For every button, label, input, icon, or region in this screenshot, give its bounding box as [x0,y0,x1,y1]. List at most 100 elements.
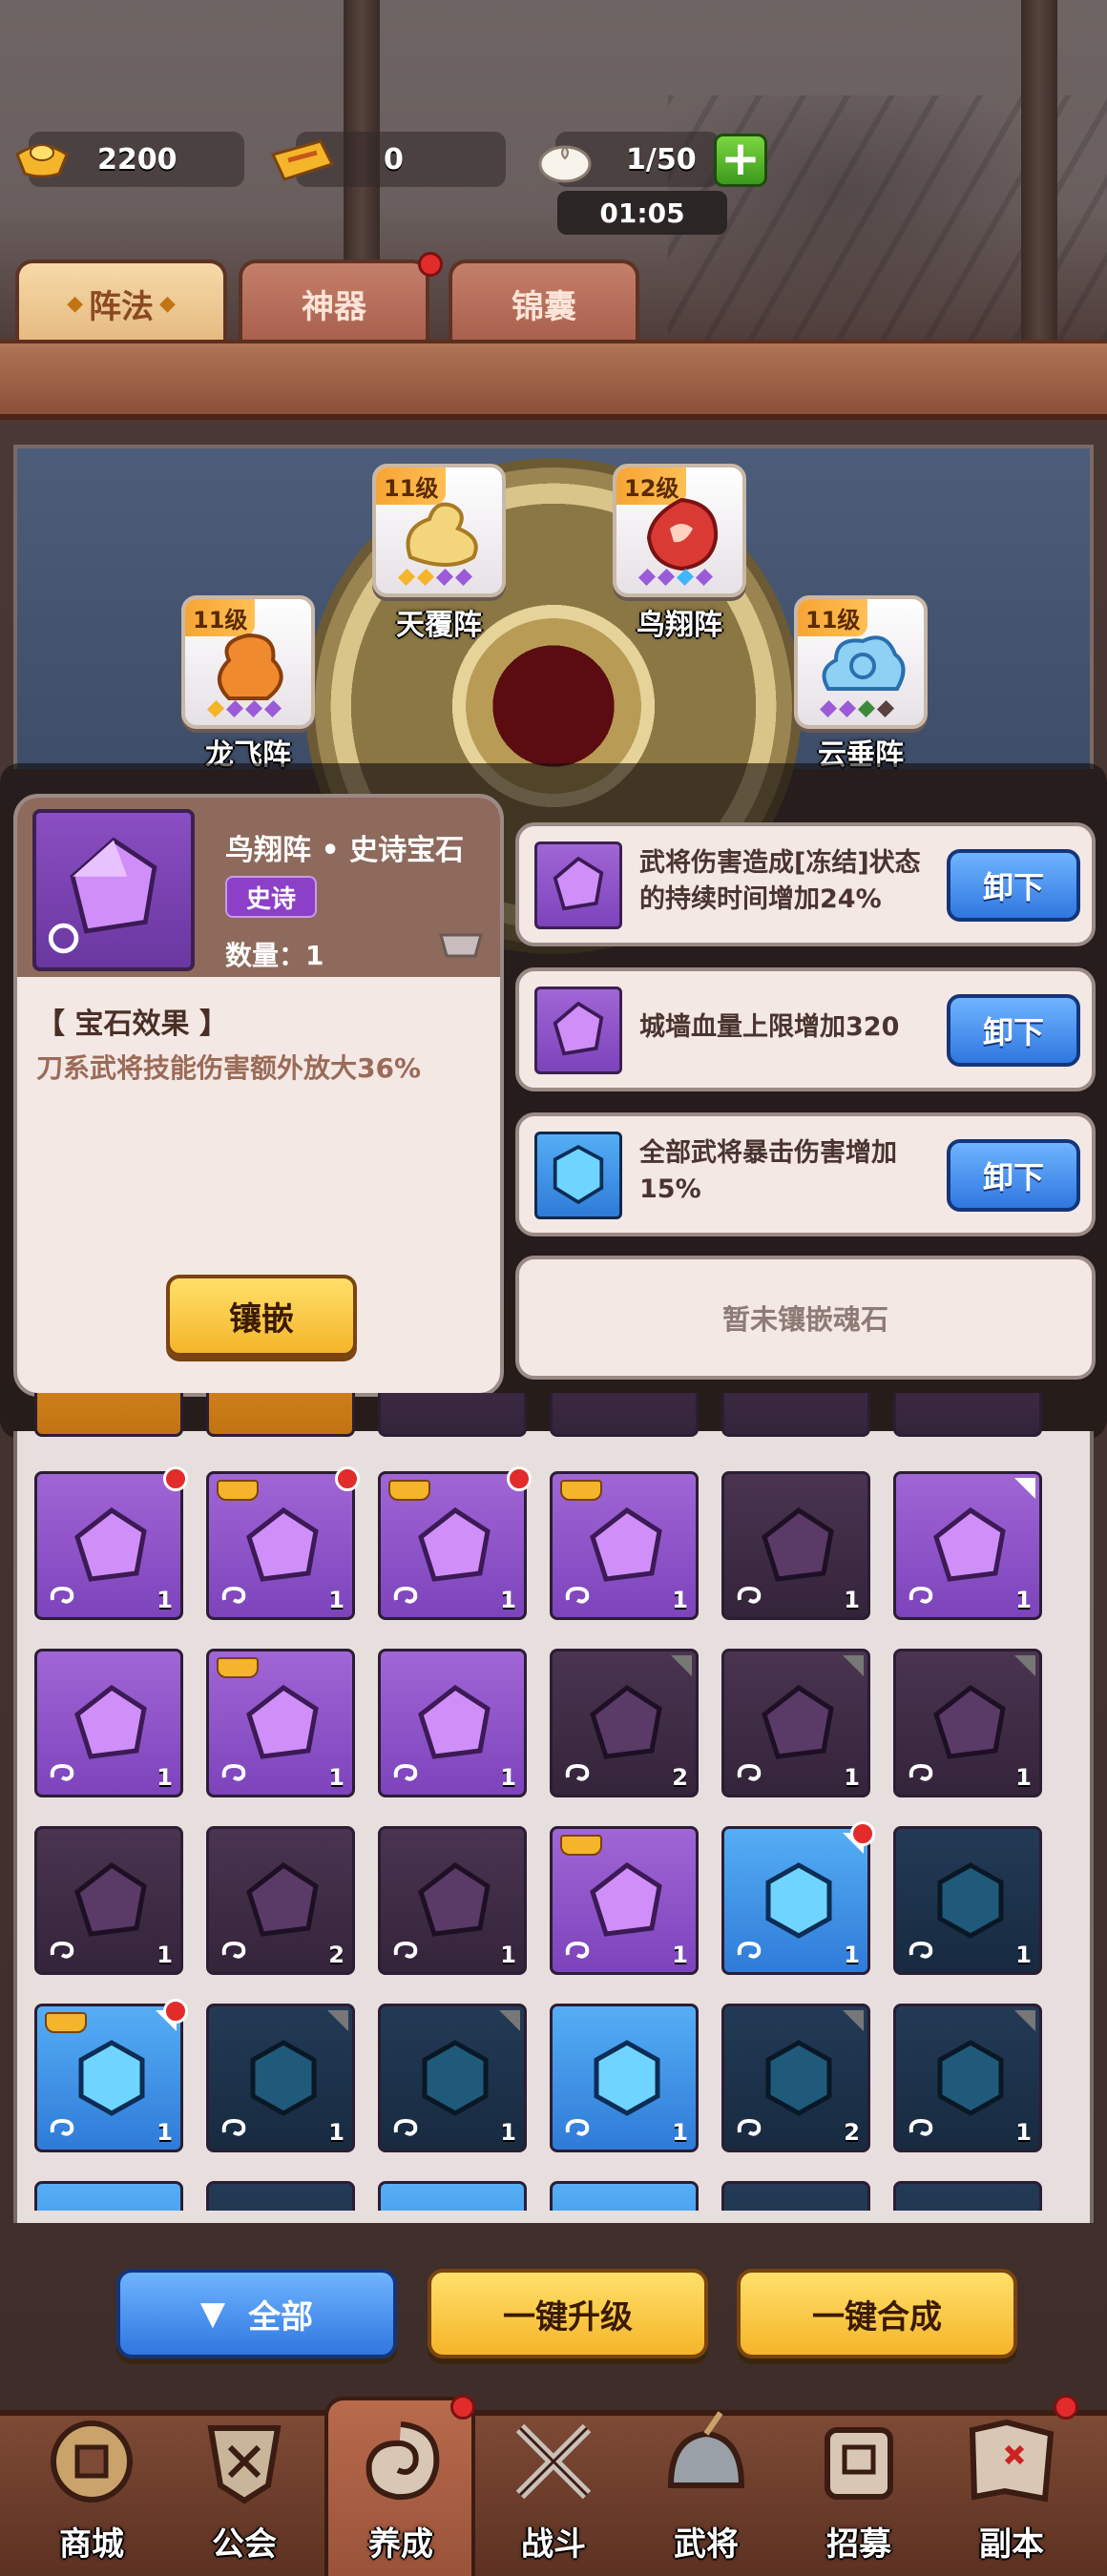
inventory-gem-cell-partial[interactable] [34,1393,183,1437]
corner-flag-icon [843,2010,864,2031]
unload-button[interactable]: 卸下 [947,994,1080,1067]
inventory-gem-cell-partial[interactable] [550,1393,699,1437]
gem-count: 1 [1015,1587,1032,1613]
tab-artifact[interactable]: 神器 [239,260,429,343]
nav-item-label: 招募 [826,2525,891,2564]
gem-count: 1 [328,2119,345,2146]
purple-gem-icon [933,1506,1006,1582]
gem-count: 1 [1015,1942,1032,1968]
upgrade-all-button[interactable]: 一键升级 [428,2269,708,2358]
nav-item[interactable]: 招募 [783,2391,935,2576]
inventory-gem-cell[interactable]: 1 [893,1471,1042,1620]
gem-count: 2 [672,1764,688,1791]
inventory-gem-cell[interactable]: 1 [378,2004,527,2152]
gem-count: 2 [844,2119,860,2146]
nav-item-label: 养成 [368,2525,433,2564]
add-stamina-button[interactable]: + [714,134,767,187]
embed-button[interactable]: 镶嵌 [166,1275,357,1357]
swirl-symbol-icon [737,1763,762,1781]
nav-item[interactable]: 养成 [324,2391,477,2576]
swirl-symbol-icon [50,1763,74,1781]
gem-detail-card: 鸟翔阵 • 史诗宝石 史诗 数量：1 【 宝石效果 】 刀系武将技能伤害额外放大… [13,794,504,1397]
tab-formation[interactable]: ◆ 阵法 ◆ [15,260,227,343]
gem-count: 1 [500,1587,516,1613]
nav-item-label: 副本 [979,2525,1044,2564]
inventory-gem-cell[interactable]: 2 [550,1649,699,1797]
equipped-crown-icon [560,1480,602,1501]
inventory-gem-cell[interactable]: 2 [206,1826,355,1975]
inventory-gem-cell[interactable]: 1 [34,1466,188,1620]
unload-button[interactable]: 卸下 [947,849,1080,922]
notification-dot [507,1466,532,1491]
notification-dot [163,1999,188,2024]
inventory-gem-cell-partial[interactable] [550,2181,699,2211]
inventory-gem-cell[interactable]: 1 [893,1826,1042,1975]
corner-flag-icon [671,1655,692,1676]
gem-count: 1 [500,1942,516,1968]
treasure-map-icon [969,2419,1055,2503]
purple-gem-icon [246,1861,319,1937]
inventory-gem-cell[interactable]: 1 [721,1649,870,1797]
formation-card-longfei[interactable]: 11级 [181,595,315,729]
equipped-crown-icon [388,1480,430,1501]
inventory-gem-cell[interactable]: 1 [378,1466,532,1620]
inventory-gem-cell-partial[interactable] [206,2181,355,2211]
inventory-gem-cell[interactable]: 1 [206,2004,355,2152]
inventory-gem-cell[interactable]: 1 [550,2004,699,2152]
unload-button[interactable]: 卸下 [947,1139,1080,1212]
blue-gem-icon [78,2040,145,2116]
diamond-ornament-icon: ◆ [67,291,83,316]
inventory-gem-cell[interactable]: 1 [378,1826,527,1975]
filter-all-label: 全部 [248,2297,314,2337]
gem-count: 1 [672,1942,688,1968]
inventory-gem-cell[interactable]: 1 [893,1649,1042,1797]
inventory-gem-cell[interactable]: 1 [550,1471,699,1620]
swirl-symbol-icon [393,1763,418,1781]
inventory-gem-cell[interactable]: 2 [721,2004,870,2152]
purple-gem-icon [246,1506,319,1582]
nav-item[interactable]: 武将 [630,2391,783,2576]
inventory-gem-cell-partial[interactable] [34,2181,183,2211]
gem-preview [32,809,195,971]
formation-card-tianfu[interactable]: 11级 [372,464,506,597]
inventory-gem-cell-partial[interactable] [893,1393,1042,1437]
nav-item[interactable]: 商城 [15,2391,168,2576]
inventory-gem-cell-partial[interactable] [721,1393,870,1437]
formation-card-yunchui[interactable]: 11级 [794,595,928,729]
inventory-gem-cell-partial[interactable] [378,1393,527,1437]
inventory-gem-cell[interactable]: 1 [721,1821,875,1975]
nav-item[interactable]: 战斗 [477,2391,630,2576]
corner-flag-icon [843,1655,864,1676]
inventory-gem-cell[interactable]: 1 [34,1999,188,2152]
purple-gem-icon [418,1506,491,1582]
inventory-gem-cell[interactable]: 1 [34,1826,183,1975]
gold-ingot-icon [15,144,69,178]
corner-flag-icon [499,2010,520,2031]
inventory-gem-cell[interactable]: 1 [206,1649,355,1797]
purple-gem-icon [590,1861,662,1937]
inventory-gem-cell-partial[interactable] [893,2181,1042,2211]
inventory-gem-cell-partial[interactable] [378,2181,527,2211]
inventory-gem-cell[interactable]: 1 [34,1649,183,1797]
purple-gem-icon [590,1506,662,1582]
inventory-gem-cell-partial[interactable] [721,2181,870,2211]
tab-pouch[interactable]: 锦囊 [449,260,639,343]
inventory-gem-cell-partial[interactable] [206,1393,355,1437]
merge-all-button[interactable]: 一键合成 [737,2269,1017,2358]
inventory-gem-cell[interactable]: 1 [893,2004,1042,2152]
purple-gem-icon [246,1684,319,1759]
purple-gem-icon [74,1506,147,1582]
inventory-gem-cell[interactable]: 1 [378,1649,527,1797]
inventory-gem-cell[interactable]: 1 [206,1466,360,1620]
formation-card-niaoxiang[interactable]: 12级 [613,464,746,597]
notification-dot [335,1466,360,1491]
inventory-gem-cell[interactable]: 1 [550,1826,699,1975]
filter-all-button[interactable]: ▼ 全部 [116,2269,397,2358]
empty-gem-slot[interactable]: 暂未镶嵌魂石 [515,1256,1096,1380]
gem-slot: 全部武将暴击伤害增加15% 卸下 [515,1112,1096,1236]
rarity-dots [397,568,473,587]
effect-title: 【 宝石效果 】 [36,1008,228,1041]
swirl-symbol-icon [50,1586,74,1604]
nav-item[interactable]: 公会 [168,2391,321,2576]
inventory-gem-cell[interactable]: 1 [721,1471,870,1620]
